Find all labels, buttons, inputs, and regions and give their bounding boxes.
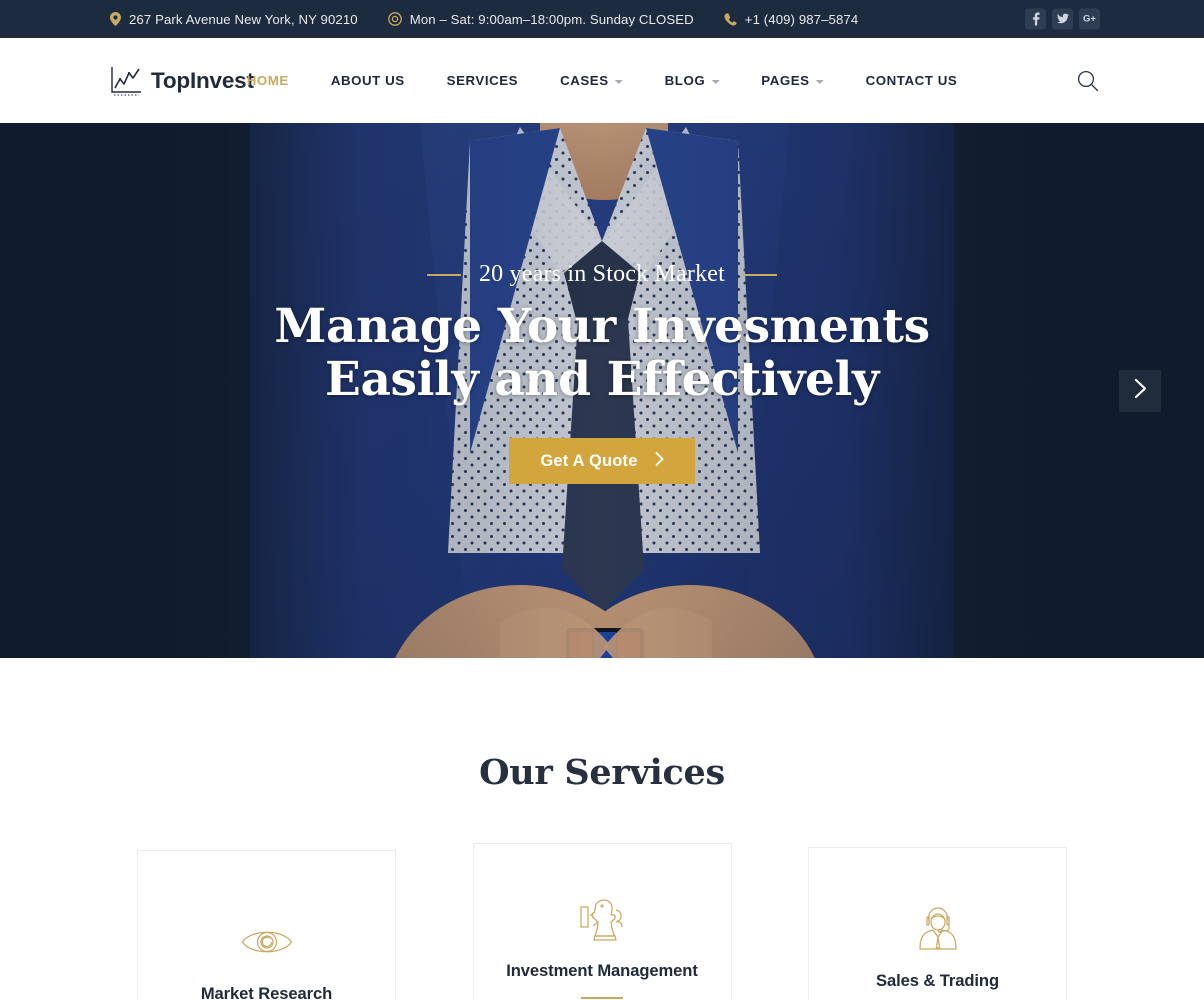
main-nav: HOME ABOUT US SERVICES CASES BLOG PAGES … [226, 73, 979, 88]
title-divider [581, 997, 623, 1000]
nav-label: SERVICES [446, 73, 519, 88]
service-title: Sales & Trading [876, 971, 999, 990]
nav-item-contact-us[interactable]: CONTACT US [845, 73, 979, 88]
topbar-phone-text: +1 (409) 987–5874 [744, 11, 859, 27]
nav-label: BLOG [664, 73, 706, 88]
nav-label: HOME [246, 73, 289, 88]
nav-label: CASES [560, 73, 609, 88]
hero-slider: 20 years in Stock Market Manage Your Inv… [0, 123, 1204, 658]
hero-eyebrow-text: 20 years in Stock Market [478, 261, 726, 287]
service-title: Market Research [200, 984, 333, 1000]
services-cards: Market Research Assessment of viability,… [0, 843, 1204, 1000]
nav-label: PAGES [761, 73, 810, 88]
section-title: Our Services [479, 752, 725, 793]
googleplus-icon[interactable]: G+ [1079, 8, 1100, 30]
facebook-icon[interactable] [1025, 8, 1046, 30]
search-icon[interactable] [1074, 68, 1100, 94]
social-links: G+ [1025, 8, 1100, 30]
nav-item-about-us[interactable]: ABOUT US [310, 73, 426, 88]
topbar-hours: Mon – Sat: 9:00am–18:00pm. Sunday CLOSED [387, 11, 694, 27]
nav-label: CONTACT US [865, 73, 958, 88]
service-card-sales-trading[interactable]: Sales & Trading Assessment of viability,… [808, 847, 1067, 1000]
chevron-down-icon [614, 79, 623, 84]
eye-icon [150, 919, 383, 965]
nav-label: ABOUT US [330, 73, 405, 88]
service-card-investment-management[interactable]: Investment Management Assessment of viab… [472, 843, 732, 1000]
line-chart-logo-icon [110, 66, 142, 96]
topbar-address: 267 Park Avenue New York, NY 90210 [110, 12, 358, 27]
twitter-icon[interactable] [1052, 8, 1073, 30]
cta-label: Get A Quote [540, 451, 638, 470]
topbar-address-text: 267 Park Avenue New York, NY 90210 [129, 11, 358, 27]
support-agent-icon [821, 906, 1054, 952]
nav-item-services[interactable]: SERVICES [426, 73, 539, 88]
chevron-down-icon [815, 79, 824, 84]
topbar-hours-text: Mon – Sat: 9:00am–18:00pm. Sunday CLOSED [409, 11, 694, 27]
clock-icon [387, 12, 402, 26]
get-a-quote-button[interactable]: Get A Quote [509, 438, 695, 485]
eyebrow-dash-right [743, 273, 778, 276]
slider-next-button[interactable] [1119, 369, 1161, 412]
site-header: TopInvest HOME ABOUT US SERVICES CASES B… [0, 38, 1204, 123]
nav-item-blog[interactable]: BLOG [644, 73, 741, 88]
service-title: Investment Management [506, 961, 698, 980]
location-pin-icon [110, 12, 121, 26]
chevron-right-icon [655, 451, 664, 471]
hand-chess-knight-icon [486, 896, 719, 942]
nav-item-cases[interactable]: CASES [539, 73, 644, 88]
phone-icon [724, 12, 737, 26]
nav-item-home[interactable]: HOME [226, 73, 310, 88]
hero-title-line-1: Manage Your Invesments [274, 299, 930, 354]
eyebrow-dash-left [426, 273, 461, 276]
top-bar-info: 267 Park Avenue New York, NY 90210 Mon –… [110, 12, 858, 27]
hero-title: Manage Your Invesments Easily and Effect… [274, 299, 930, 408]
chevron-down-icon [711, 79, 720, 84]
topbar-phone: +1 (409) 987–5874 [724, 12, 859, 27]
service-card-market-research[interactable]: Market Research Assessment of viability,… [137, 850, 396, 1000]
hero-content: 20 years in Stock Market Manage Your Inv… [0, 123, 1204, 658]
top-bar: 267 Park Avenue New York, NY 90210 Mon –… [0, 0, 1204, 38]
hero-eyebrow: 20 years in Stock Market [426, 261, 778, 288]
services-section: Our Services Market Research Assessment … [0, 658, 1204, 1000]
hero-title-line-2: Easily and Effectively [325, 352, 879, 408]
nav-item-pages[interactable]: PAGES [740, 73, 844, 88]
chevron-right-icon [1134, 378, 1147, 404]
